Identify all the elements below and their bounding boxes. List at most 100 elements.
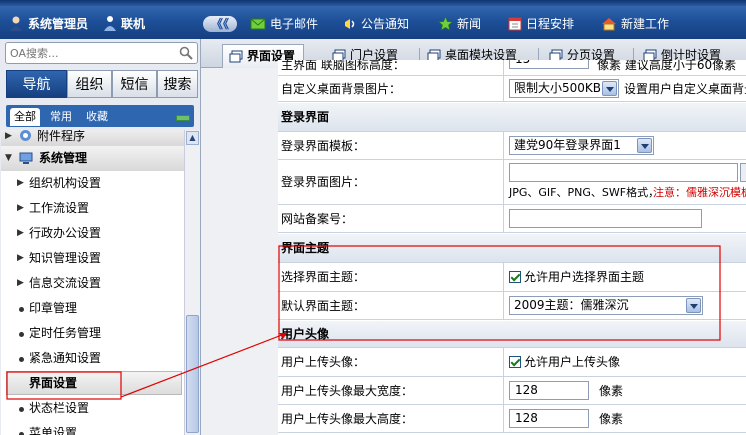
tree-item-admin-office[interactable]: ▶ 行政办公设置 [1,221,184,246]
online-person-icon [104,16,116,31]
chevron-down-icon [637,138,652,153]
right-panel: 界面设置 门户设置 桌面模块设置 分页设置 倒计时设置 主界面 联脑图标高度： … [201,39,746,435]
setting-label: 登录界面模板： [278,132,504,159]
panel-toggle-button[interactable] [176,115,190,121]
setting-row-record-number: 网站备案号： [278,205,746,233]
tree-group-accessories[interactable]: ▶ 附件程序 [1,130,184,146]
tree-label: 工作流设置 [29,201,90,215]
tree-label: 紧急通知设置 [29,351,102,365]
setting-row-choose-theme: 选择界面主题： 允许用户选择界面主题 [278,263,746,292]
login-image-warning: 注意：儒雅深沉模板 [653,186,746,199]
tree-label: 行政办公设置 [29,226,102,240]
tree-label: 知识管理设置 [29,251,102,265]
setting-row-login-image: 登录界面图片： JPG、GIF、PNG、SWF格式， 注意：儒雅深沉模板 [278,160,746,205]
subtab-favorites[interactable]: 收藏 [82,108,112,126]
tree-item-menu[interactable]: 菜单设置 [1,421,184,435]
setting-label: 用户上传头像： [278,348,504,376]
record-number-field[interactable] [509,209,702,228]
collapse-menu-button[interactable]: 《《 [203,16,237,32]
setting-label: 主界面 联脑图标高度： [278,60,504,75]
setting-row-default-theme: 默认界面主题： 2009主题：儒雅深沉 [278,292,746,320]
setting-label: 默认界面主题： [278,292,504,319]
setting-row-avatar-width: 用户上传头像最大宽度： 128 像素 [278,377,746,405]
accessory-icon [20,130,31,141]
unit-label: 像素 [599,384,624,398]
computer-icon [19,152,33,164]
tree-label: 印章管理 [29,301,78,315]
setting-row-desk-bg: 自定义桌面背景图片： 限制大小500KB 设置用户自定义桌面背景 [278,76,746,102]
select-value: 限制大小500KB [514,81,602,95]
setting-label: 用户上传头像最大宽度： [278,377,504,404]
desk-bg-select[interactable]: 限制大小500KB [509,79,619,98]
setting-row-avatar-upload: 用户上传头像： 允许用户上传头像 [278,348,746,377]
avatar-width-field[interactable]: 128 [509,381,589,400]
tree-item-scheduled-tasks[interactable]: 定时任务管理 [1,321,184,346]
online-status[interactable]: 联机 [103,15,145,33]
login-template-select[interactable]: 建党90年登录界面1 [509,136,654,155]
oa-search[interactable] [5,42,198,64]
menu-mail[interactable]: 电子邮件 [250,15,318,33]
window-icon [229,50,243,63]
scroll-thumb[interactable] [186,315,199,433]
tree-label: 信息交流设置 [29,276,102,290]
tree-group-system[interactable]: ▼ 系统管理 [1,146,184,171]
tree-label: 界面设置 [29,376,78,390]
tree-item-interface-settings[interactable]: 界面设置 [1,371,184,396]
scroll-up-arrow-icon[interactable]: ▲ [186,131,199,145]
tree-item-seal[interactable]: 印章管理 [1,296,184,321]
menu-schedule-label: 日程安排 [526,17,575,31]
tree-label: 组织机构设置 [29,176,102,190]
icon-height-field[interactable]: 15 [509,60,589,69]
user-icon [10,16,22,31]
unit-label: 像素 [599,412,624,426]
login-image-path-field[interactable] [509,163,738,182]
tab-search[interactable]: 搜索 [157,70,198,98]
desk-bg-note: 设置用户自定义桌面背景 [624,82,746,96]
search-icon[interactable] [179,46,193,60]
left-panel: 导航 组织 短信 搜索 全部 常用 收藏 ▶ 附件程序 ▼ 系统管理 ▶组织机构… [0,39,201,435]
icon-height-note: 像素 建议高度小于60像素 [597,60,737,72]
tree-item-urgent-notice[interactable]: 紧急通知设置 [1,346,184,371]
top-stripe [0,0,746,6]
tab-messages[interactable]: 短信 [112,70,157,98]
tree-item-org[interactable]: ▶ 组织机构设置 [1,171,184,196]
tree-item-workflow[interactable]: ▶ 工作流设置 [1,196,184,221]
menu-news[interactable]: 新闻 [438,15,481,33]
menu-announcement[interactable]: 公告通知 [343,15,409,33]
sub-tabs: 全部 常用 收藏 [6,105,194,127]
tab-organization[interactable]: 组织 [67,70,112,98]
star-icon [438,16,453,31]
setting-label: 自定义桌面背景图片： [278,76,504,101]
default-theme-select[interactable]: 2009主题：儒雅深沉 [509,296,703,315]
tree-label: 附件程序 [37,130,86,143]
avatar-upload-check-label[interactable]: 允许用户上传头像 [524,348,620,377]
current-user[interactable]: 系统管理员 [8,15,88,33]
tree-scrollbar[interactable]: ▲ [184,130,200,435]
setting-label: 网站备案号： [278,205,504,232]
subtab-common[interactable]: 常用 [46,108,76,126]
top-bar: 系统管理员 联机 《《 电子邮件 公告通知 新闻 日程安排 新建工作 [0,0,746,39]
menu-news-label: 新闻 [457,17,482,31]
tab-navigation[interactable]: 导航 [6,70,67,98]
subtab-all[interactable]: 全部 [10,108,40,126]
avatar-upload-checkbox[interactable] [509,356,521,368]
avatar-height-field[interactable]: 128 [509,409,589,428]
tree-item-status-bar[interactable]: 状态栏设置 [1,396,184,421]
browse-button[interactable] [740,163,746,182]
choose-theme-check-label[interactable]: 允许用户选择界面主题 [524,263,644,292]
setting-row-avatar-height: 用户上传头像最大高度： 128 像素 [278,405,746,433]
settings-content: 主界面 联脑图标高度： 15 像素 建议高度小于60像素 自定义桌面背景图片： … [201,60,746,435]
mail-icon [250,18,266,30]
settings-form: 主界面 联脑图标高度： 15 像素 建议高度小于60像素 自定义桌面背景图片： … [278,60,746,435]
choose-theme-checkbox[interactable] [509,271,521,283]
section-theme: 界面主题 [278,234,746,263]
tree-item-info-exchange[interactable]: ▶ 信息交流设置 [1,271,184,296]
menu-schedule[interactable]: 日程安排 [508,15,574,33]
tree-label: 状态栏设置 [29,401,90,415]
tree-label: 定时任务管理 [29,326,102,340]
oa-search-input[interactable] [10,45,175,61]
announcement-icon [345,19,355,29]
tree-item-knowledge[interactable]: ▶ 知识管理设置 [1,246,184,271]
menu-new-work[interactable]: 新建工作 [601,15,669,33]
setting-row-login-template: 登录界面模板： 建党90年登录界面1 [278,132,746,160]
